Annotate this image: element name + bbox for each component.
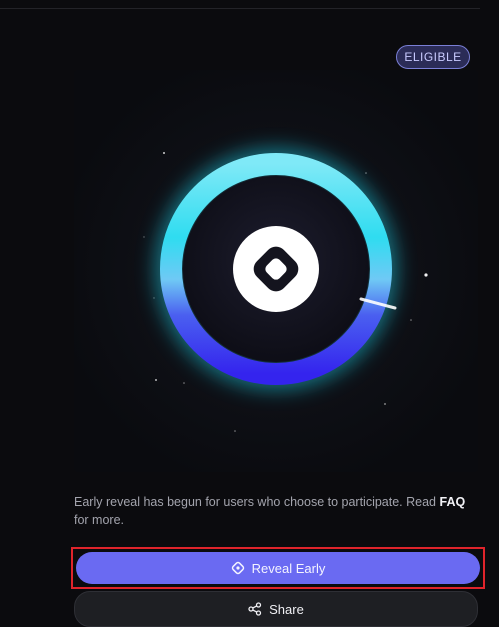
reveal-icon [231, 561, 245, 575]
description-tail: for more. [74, 513, 125, 527]
reveal-early-button[interactable]: Reveal Early [76, 552, 480, 584]
share-label: Share [269, 601, 304, 617]
reveal-early-highlight: Reveal Early [71, 547, 485, 589]
description-text: Early reveal has begun for users who cho… [74, 495, 440, 509]
top-divider [0, 0, 480, 9]
ring-illustration [74, 70, 478, 472]
diamond-logo-icon [233, 226, 319, 312]
early-reveal-description: Early reveal has begun for users who cho… [74, 493, 474, 529]
faq-link[interactable]: FAQ [440, 495, 466, 509]
reveal-early-label: Reveal Early [251, 560, 326, 576]
reveal-visual-panel [74, 70, 478, 472]
eligible-badge: ELIGIBLE [396, 45, 470, 69]
share-icon [248, 602, 262, 616]
share-button[interactable]: Share [74, 591, 478, 627]
